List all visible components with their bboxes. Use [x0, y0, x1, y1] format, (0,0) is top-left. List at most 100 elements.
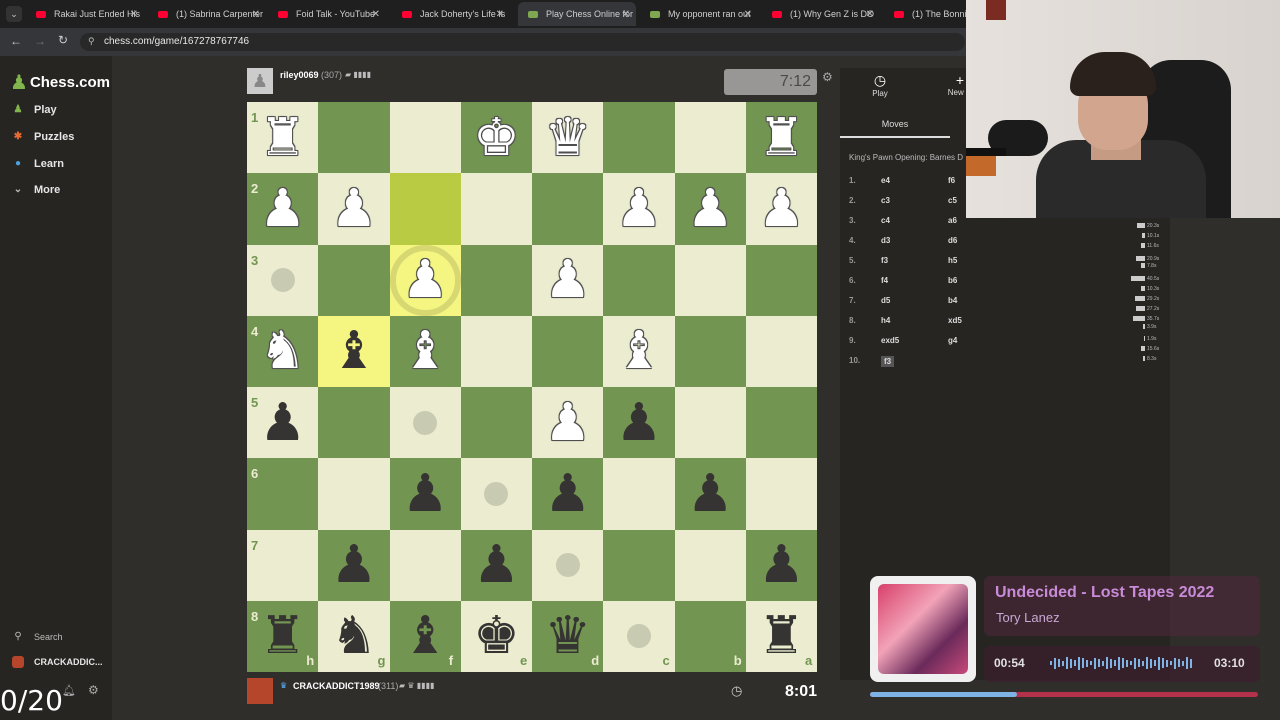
close-tab-icon[interactable]: ✕	[622, 9, 630, 20]
tab-list-chevron-icon[interactable]: ⌄	[6, 6, 22, 22]
black-move[interactable]: g4	[948, 336, 957, 345]
close-tab-icon[interactable]: ✕	[252, 9, 260, 20]
board-square[interactable]	[318, 102, 390, 174]
board-square[interactable]	[460, 173, 532, 245]
board-square[interactable]	[674, 244, 746, 316]
legal-move-dot[interactable]	[555, 553, 580, 578]
board-square[interactable]	[460, 315, 532, 387]
forward-icon[interactable]: →	[34, 34, 46, 48]
white-move[interactable]: d5	[881, 296, 890, 305]
board-square[interactable]	[603, 458, 675, 530]
black-piece[interactable]: ♟	[532, 458, 603, 529]
browser-tab[interactable]: (1) Why Gen Z is DO ✕	[762, 2, 880, 26]
browser-tab[interactable]: Rakai Just Ended His ✕	[26, 2, 144, 26]
black-piece[interactable]: ♟	[675, 458, 746, 529]
black-move[interactable]: h5	[948, 256, 957, 265]
board-square[interactable]	[460, 387, 532, 459]
board-square[interactable]	[603, 529, 675, 601]
browser-tab[interactable]: My opponent ran out ✕	[640, 2, 758, 26]
white-piece[interactable]: ♜	[746, 102, 817, 173]
white-move[interactable]: c3	[881, 196, 890, 205]
board-square[interactable]	[318, 387, 390, 459]
gear-icon[interactable]: ⚙	[88, 683, 99, 697]
black-piece[interactable]: ♟	[746, 530, 817, 601]
sidebar-search[interactable]: ⚲ Search	[12, 631, 62, 643]
board-square[interactable]	[389, 173, 461, 245]
board-square[interactable]	[674, 102, 746, 174]
site-info-icon[interactable]: ⚲	[88, 36, 95, 47]
black-piece[interactable]: ♟	[318, 530, 389, 601]
white-piece[interactable]: ♚	[461, 102, 532, 173]
tab-play[interactable]: ◷ Play	[840, 68, 920, 108]
close-tab-icon[interactable]: ✕	[866, 9, 874, 20]
sidebar-item-more[interactable]: ⌄ More	[12, 184, 60, 196]
black-move[interactable]: b4	[948, 296, 957, 305]
black-move[interactable]: a6	[948, 216, 957, 225]
board-square[interactable]	[745, 458, 817, 530]
black-move[interactable]: xd5	[948, 316, 962, 325]
player-avatar[interactable]	[247, 678, 273, 704]
board-square[interactable]	[603, 102, 675, 174]
white-piece[interactable]: ♟	[675, 173, 746, 244]
white-piece[interactable]: ♟	[532, 387, 603, 458]
black-move[interactable]: d6	[948, 236, 957, 245]
white-move[interactable]: h4	[881, 316, 890, 325]
progress-fill[interactable]	[870, 692, 1018, 697]
white-move[interactable]: f4	[881, 276, 888, 285]
board-square[interactable]	[603, 244, 675, 316]
black-move[interactable]: c5	[948, 196, 957, 205]
url-input[interactable]: chess.com/game/167278767746	[80, 33, 965, 51]
black-piece[interactable]: ♟	[390, 458, 461, 529]
white-piece[interactable]: ♟	[532, 245, 603, 316]
black-piece[interactable]: ♝	[318, 316, 389, 387]
white-move[interactable]: d3	[881, 236, 890, 245]
white-piece[interactable]: ♟	[603, 173, 674, 244]
close-tab-icon[interactable]: ✕	[496, 9, 504, 20]
browser-tab[interactable]: Play Chess Online for ✕	[518, 2, 636, 26]
board-square[interactable]	[532, 315, 604, 387]
legal-move-dot[interactable]	[413, 410, 438, 435]
board-settings-gear-icon[interactable]: ⚙	[822, 70, 833, 84]
board-square[interactable]	[318, 244, 390, 316]
white-move[interactable]: c4	[881, 216, 890, 225]
board-square[interactable]	[532, 173, 604, 245]
sidebar-item-play[interactable]: ♟ Play	[12, 104, 57, 116]
opponent-name[interactable]: riley0069	[280, 70, 319, 80]
black-move[interactable]: b6	[948, 276, 957, 285]
sidebar-item-puzzles[interactable]: ✱ Puzzles	[12, 131, 75, 143]
reload-icon[interactable]: ↻	[58, 33, 68, 47]
sidebar-item-learn[interactable]: ● Learn	[12, 158, 64, 170]
board-square[interactable]	[745, 315, 817, 387]
board-square[interactable]	[745, 244, 817, 316]
white-piece[interactable]: ♛	[532, 102, 603, 173]
board-square[interactable]	[674, 315, 746, 387]
browser-tab[interactable]: Jack Doherty's Life Is ✕	[392, 2, 510, 26]
browser-tab[interactable]: Foid Talk - YouTube ✕	[268, 2, 386, 26]
black-piece[interactable]: ♟	[603, 387, 674, 458]
white-piece[interactable]: ♟	[746, 173, 817, 244]
close-tab-icon[interactable]: ✕	[130, 9, 138, 20]
board-square[interactable]	[674, 387, 746, 459]
black-piece[interactable]: ♟	[461, 530, 532, 601]
white-piece[interactable]: ♝	[603, 316, 674, 387]
opponent-avatar[interactable]: ♟	[247, 68, 273, 94]
tab-moves[interactable]: Moves	[840, 112, 950, 138]
white-move[interactable]: f3	[881, 256, 888, 265]
board-square[interactable]	[745, 387, 817, 459]
board-square[interactable]	[389, 529, 461, 601]
back-icon[interactable]: ←	[10, 34, 22, 48]
capture-ring[interactable]	[389, 244, 461, 316]
chesscom-logo[interactable]: ♟ Chess.com	[10, 70, 110, 95]
board-square[interactable]	[389, 102, 461, 174]
legal-move-dot[interactable]	[270, 268, 295, 293]
white-piece[interactable]: ♝	[390, 316, 461, 387]
close-tab-icon[interactable]: ✕	[744, 9, 752, 20]
white-move[interactable]: f3	[881, 356, 895, 367]
close-tab-icon[interactable]: ✕	[372, 9, 380, 20]
white-move[interactable]: e4	[881, 176, 890, 185]
chess-board[interactable]: ♜ ♚ ♛ ♜ ♟ ♟ ♟ ♟ ♟ ♟ ♟ ♞ ♝ ♝ ♝ ♟ ♟ ♟ ♟ ♟ ♟ ♟ ♟ ♟ ♜ ♞ ♝ ♚ ♛ ♜ 1 2 3 4 5 6 7 8 h g…	[247, 102, 817, 672]
white-move[interactable]: exd5	[881, 336, 899, 345]
black-move[interactable]: f6	[948, 176, 955, 185]
board-square[interactable]	[674, 529, 746, 601]
browser-tab[interactable]: (1) Sabrina Carpenter ✕	[148, 2, 266, 26]
